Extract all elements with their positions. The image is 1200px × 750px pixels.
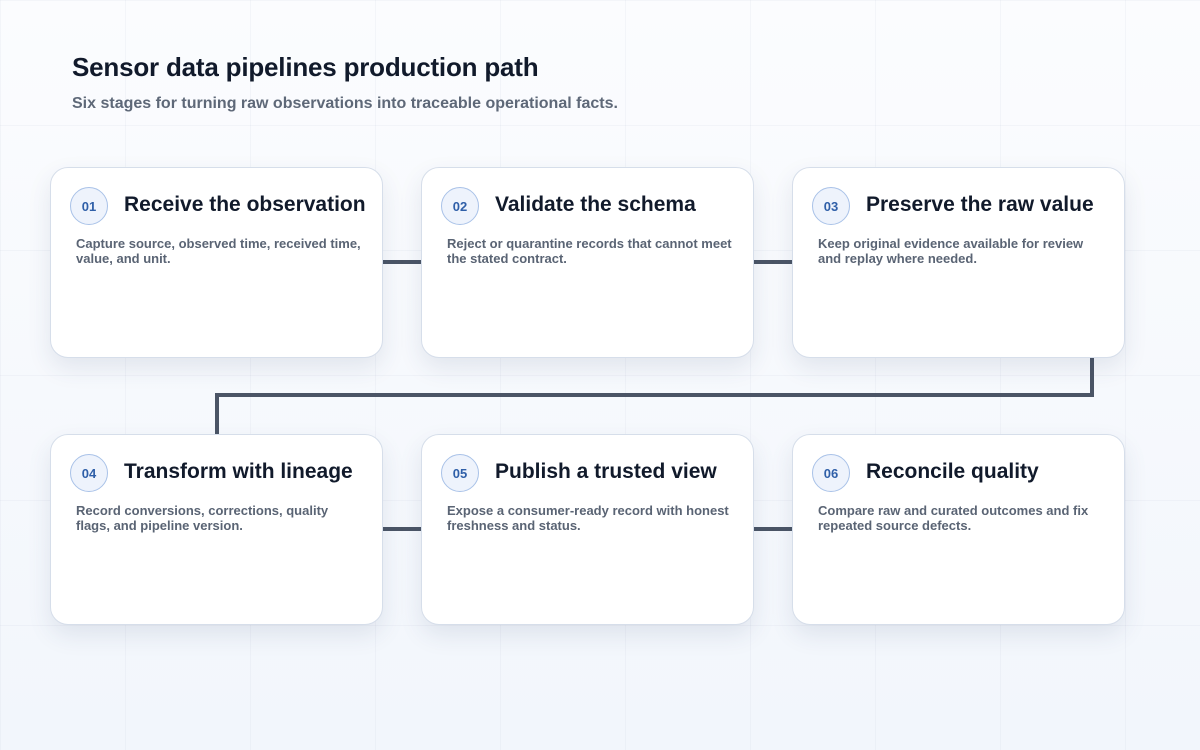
stage-title: Validate the schema [495, 193, 696, 216]
stage-number-badge: 02 [441, 187, 479, 225]
stage-description: Compare raw and curated outcomes and fix… [818, 503, 1089, 533]
stage-card-04: 04 Transform with lineage Record convers… [50, 434, 383, 625]
stage-description: Capture source, observed time, received … [76, 236, 361, 266]
stage-card-02: 02 Validate the schema Reject or quarant… [421, 167, 754, 358]
stage-title: Preserve the raw value [866, 193, 1094, 216]
stage-card-03: 03 Preserve the raw value Keep original … [792, 167, 1125, 358]
stage-card-01: 01 Receive the observation Capture sourc… [50, 167, 383, 358]
stage-title: Reconcile quality [866, 460, 1039, 483]
stage-number-badge: 05 [441, 454, 479, 492]
stage-description: Keep original evidence available for rev… [818, 236, 1084, 266]
stage-description: Expose a consumer-ready record with hone… [447, 503, 729, 533]
stage-number-badge: 03 [812, 187, 850, 225]
page-subtitle: Six stages for turning raw observations … [72, 95, 618, 112]
stage-title: Publish a trusted view [495, 460, 717, 483]
stage-description: Reject or quarantine records that cannot… [447, 236, 732, 266]
page-title: Sensor data pipelines production path [72, 52, 539, 82]
stage-number-badge: 06 [812, 454, 850, 492]
stage-card-05: 05 Publish a trusted view Expose a consu… [421, 434, 754, 625]
connector-03-04 [215, 358, 1094, 434]
stage-number-badge: 01 [70, 187, 108, 225]
stage-description: Record conversions, corrections, quality… [76, 503, 329, 533]
stage-title: Receive the observation [124, 193, 366, 216]
stage-card-06: 06 Reconcile quality Compare raw and cur… [792, 434, 1125, 625]
stage-number-badge: 04 [70, 454, 108, 492]
stage-title: Transform with lineage [124, 460, 353, 483]
